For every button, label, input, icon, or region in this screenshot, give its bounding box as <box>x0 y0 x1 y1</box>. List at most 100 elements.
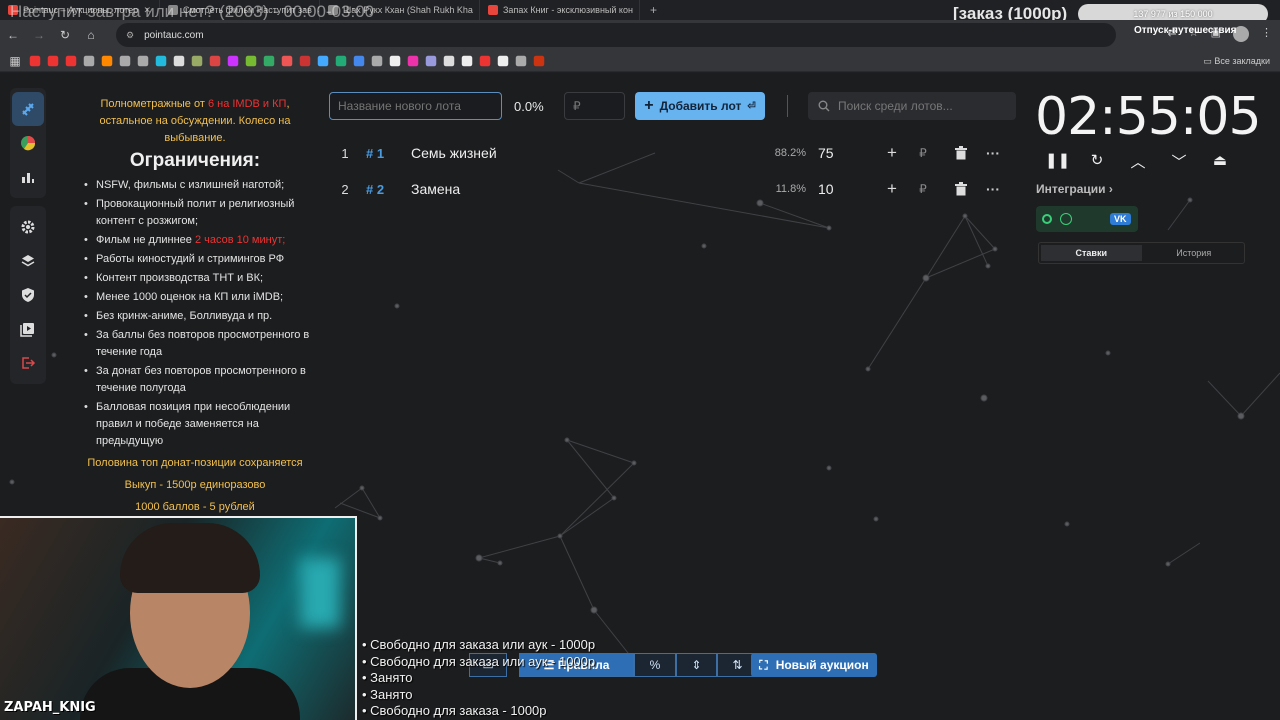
more-options-icon[interactable]: ··· <box>983 181 1003 197</box>
sidebar-item-media[interactable] <box>10 312 46 346</box>
bookmark-favicon-icon[interactable] <box>515 55 527 66</box>
sidebar-item-stats[interactable] <box>10 160 46 194</box>
list-item: За донат без повторов просмотренного в т… <box>84 363 314 397</box>
compress-button[interactable]: ⇕ <box>676 653 717 677</box>
bookmark-favicon-icon[interactable] <box>119 55 131 66</box>
forward-arrow-icon[interactable]: → <box>26 28 52 42</box>
percent-button[interactable]: % <box>634 653 676 677</box>
divider <box>787 95 788 117</box>
bookmark-favicon-icon[interactable] <box>299 55 311 66</box>
site-info-icon[interactable]: ⚙ <box>126 30 134 41</box>
bookmark-favicon-icon[interactable] <box>101 55 113 66</box>
bookmark-favicon-icon[interactable] <box>29 55 41 66</box>
bookmark-favicon-icon[interactable] <box>425 55 437 66</box>
order-slots-overlay: Свободно для заказа или аук - 1000р Своб… <box>362 637 595 720</box>
lot-id[interactable]: # 2 <box>361 182 411 197</box>
bookmark-favicon-icon[interactable] <box>461 55 473 66</box>
bookmark-favicon-icon[interactable] <box>65 55 77 66</box>
chevron-down-icon[interactable]: ﹀ <box>1168 151 1190 172</box>
rules-note: Выкуп - 1500р единоразово <box>124 479 266 491</box>
bookmark-favicon-icon[interactable] <box>497 55 509 66</box>
webcam-person-hair <box>120 523 260 593</box>
gear-icon <box>21 220 35 234</box>
eject-icon[interactable]: ⏏ <box>1209 151 1231 172</box>
bookmark-favicon-icon[interactable] <box>443 55 455 66</box>
sidebar-item-settings[interactable] <box>10 210 46 244</box>
all-bookmarks-label: Все закладки <box>1214 56 1270 66</box>
bar-chart-icon <box>22 173 34 183</box>
bookmark-favicon-icon[interactable] <box>263 55 275 66</box>
bookmark-favicon-icon[interactable] <box>227 55 239 66</box>
chevron-up-icon[interactable]: ︿ <box>1127 151 1149 172</box>
back-arrow-icon[interactable]: ← <box>0 28 26 42</box>
trash-icon <box>954 182 967 196</box>
sidebar-item-auction[interactable] <box>12 92 44 126</box>
bookmark-favicon-icon[interactable] <box>389 55 401 66</box>
bookmark-favicon-icon[interactable] <box>245 55 257 66</box>
delete-lot-button[interactable] <box>938 146 983 160</box>
integrations-toggle[interactable]: Интеграции › <box>1036 182 1113 196</box>
bookmark-favicon-icon[interactable] <box>281 55 293 66</box>
bookmark-favicon-icon[interactable] <box>137 55 149 66</box>
reset-icon[interactable]: ↻ <box>1086 151 1108 172</box>
add-amount-plus-icon[interactable]: + <box>876 179 908 199</box>
sidebar-item-security[interactable] <box>10 278 46 312</box>
lot-amount[interactable]: 10 <box>806 181 876 197</box>
lot-amount[interactable]: 75 <box>806 145 876 161</box>
bookmark-favicon-icon[interactable] <box>371 55 383 66</box>
menu-kebab-icon[interactable]: ⋮ <box>1261 26 1272 42</box>
table-row: 1 # 1 Семь жизней 88.2% 75 + ₽ ··· <box>329 135 1016 171</box>
bookmark-favicon-icon[interactable] <box>533 55 545 66</box>
add-lot-label: Добавить лот <box>659 99 742 113</box>
more-options-icon[interactable]: ··· <box>983 145 1003 161</box>
all-bookmarks-link[interactable]: ▭ Все закладки <box>1203 56 1270 67</box>
tab-bets[interactable]: Ставки <box>1041 245 1142 261</box>
bookmark-favicon-icon[interactable] <box>209 55 221 66</box>
new-lot-name-input[interactable] <box>329 92 502 120</box>
bookmarks-bar: ▦ <box>0 50 1280 72</box>
bookmark-favicon-icon[interactable] <box>47 55 59 66</box>
new-auction-button[interactable]: ⛶ Новый аукцион <box>751 653 877 677</box>
add-amount-plus-icon[interactable]: + <box>876 143 908 163</box>
search-input[interactable]: Поиск среди лотов... <box>808 92 1016 120</box>
integrations-status[interactable]: VK <box>1036 206 1138 232</box>
bookmark-favicon-icon[interactable] <box>317 55 329 66</box>
sidebar-item-layers[interactable] <box>10 244 46 278</box>
list-item-text: Фильм не длиннее <box>96 234 195 246</box>
add-lot-button[interactable]: + Добавить лот ⏎ <box>635 92 765 120</box>
new-lot-amount-input[interactable]: ₽ <box>564 92 625 120</box>
list-item: Свободно для заказа или аук - 1000р <box>362 654 595 671</box>
address-bar[interactable]: ⚙ pointauc.com <box>116 23 1116 47</box>
bookmark-favicon-icon[interactable] <box>407 55 419 66</box>
new-tab-plus-icon[interactable]: + <box>640 3 667 17</box>
list-item: Занято <box>362 687 595 704</box>
bookmark-favicon-icon[interactable] <box>335 55 347 66</box>
reload-icon[interactable]: ↻ <box>52 28 78 42</box>
bookmark-favicon-icon[interactable] <box>479 55 491 66</box>
list-item: Контент производства ТНТ и ВК; <box>84 270 314 287</box>
apps-grid-icon[interactable]: ▦ <box>6 54 24 68</box>
bookmark-favicon-icon[interactable] <box>83 55 95 66</box>
rules-heading: Ограничения: <box>129 150 261 171</box>
status-online-icon <box>1042 214 1052 224</box>
lot-name[interactable]: Семь жизней <box>411 145 731 161</box>
streamer-name: ZAPAH_KNIG <box>4 700 96 715</box>
lot-id[interactable]: # 1 <box>361 146 411 161</box>
delete-lot-button[interactable] <box>938 182 983 196</box>
pause-icon[interactable]: ❚❚ <box>1045 151 1070 172</box>
bookmark-favicon-icon[interactable] <box>191 55 203 66</box>
bookmark-favicon-icon[interactable] <box>155 55 167 66</box>
lot-name[interactable]: Замена <box>411 181 731 197</box>
home-icon[interactable]: ⌂ <box>78 28 104 42</box>
list-item: Свободно для заказа - 1000р <box>362 703 595 720</box>
lot-controls: 0.0% ₽ + Добавить лот ⏎ Поиск среди лото… <box>329 92 1016 120</box>
tab-history[interactable]: История <box>1144 243 1245 263</box>
bookmark-favicon-icon[interactable] <box>353 55 365 66</box>
sidebar-item-wheel[interactable] <box>10 126 46 160</box>
bookmark-favicon-icon[interactable] <box>173 55 185 66</box>
list-item: Провокационный полит и религиозный конте… <box>84 196 314 230</box>
webcam-overlay <box>0 516 357 720</box>
list-item: Свободно для заказа или аук - 1000р <box>362 637 595 654</box>
sidebar-item-logout[interactable] <box>10 346 46 380</box>
browser-tab[interactable]: Запах Книг - эксклюзивный кон ✕ <box>480 0 640 20</box>
